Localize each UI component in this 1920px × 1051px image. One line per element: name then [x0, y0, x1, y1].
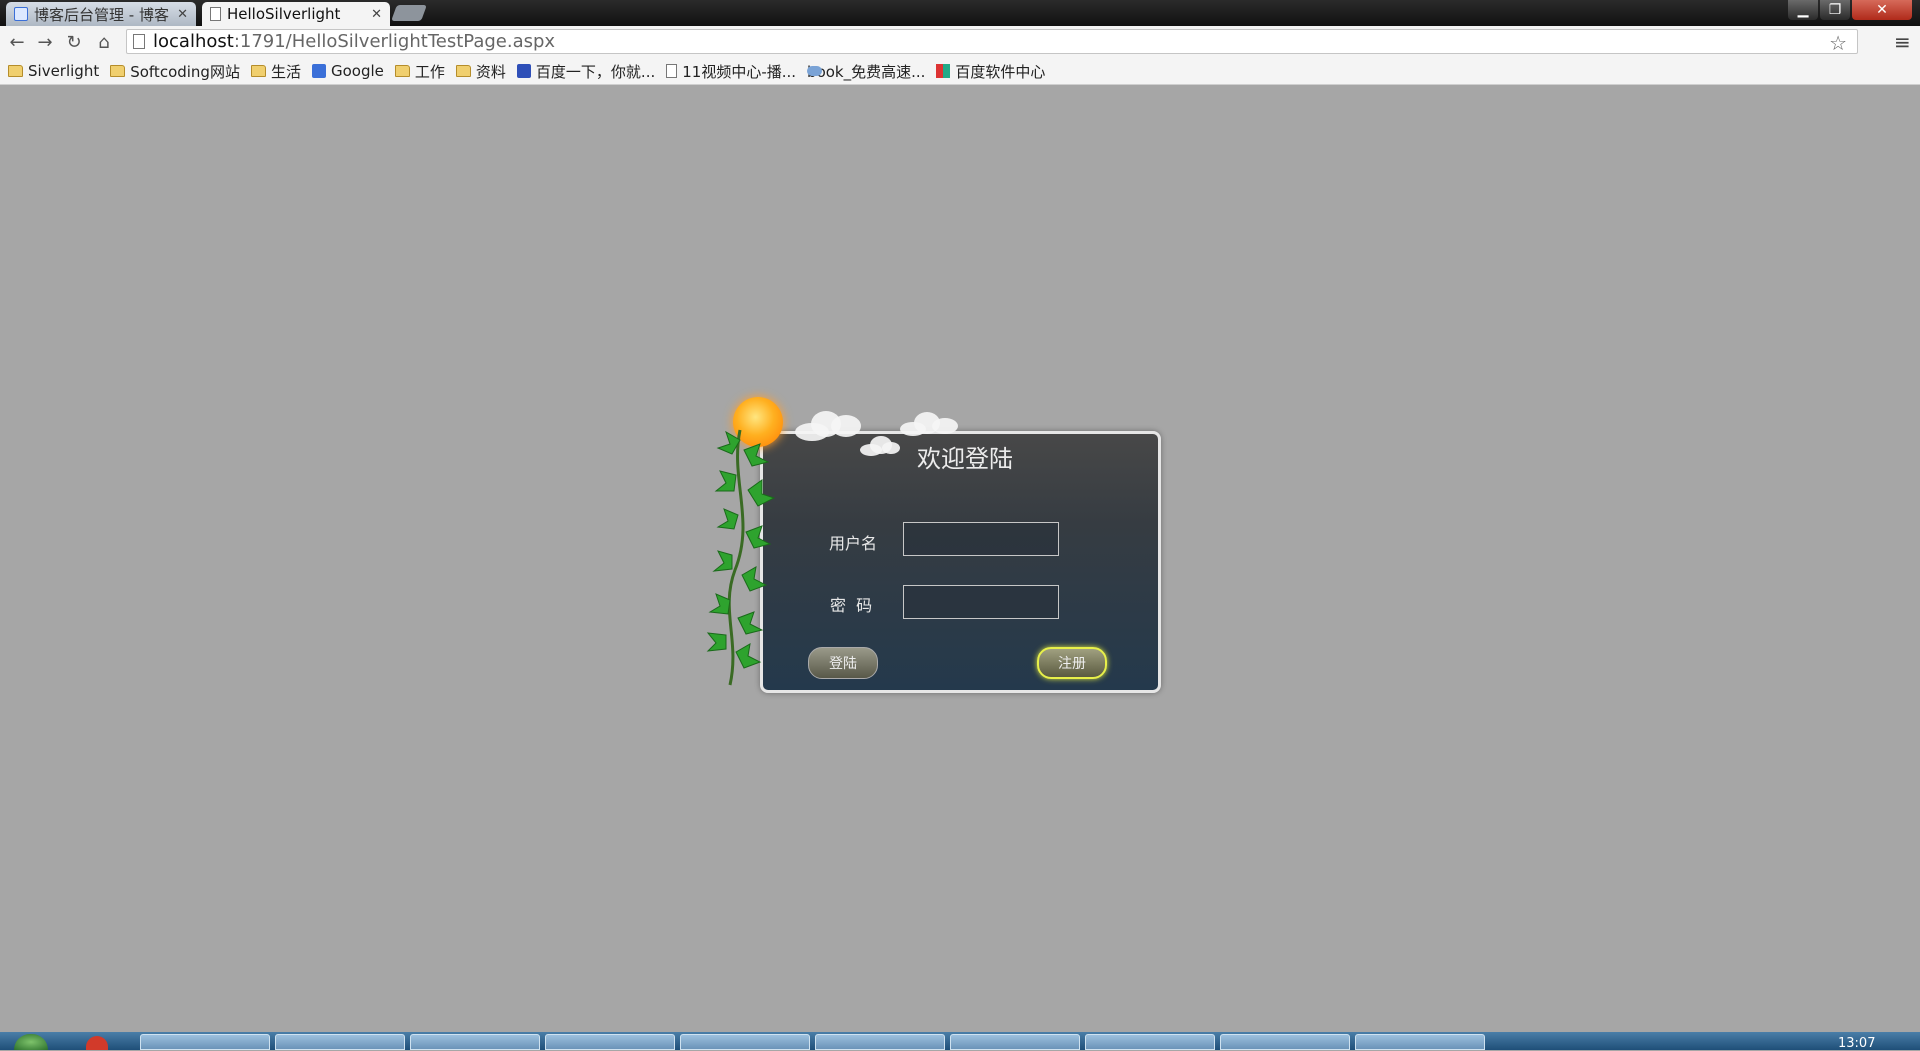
bookmark-softcoding[interactable]: Softcoding网站: [110, 61, 240, 82]
url-path: :1791/HelloSilverlightTestPage.aspx: [233, 31, 556, 52]
login-title: 欢迎登陆: [917, 445, 1013, 473]
cloud-icon: [807, 66, 823, 76]
bookmark-label: Siverlight: [28, 62, 100, 80]
username-label: 用户名: [829, 534, 878, 553]
bookmark-star-icon[interactable]: ☆: [1829, 31, 1847, 55]
home-button[interactable]: ⌂: [92, 30, 116, 54]
tab-blog-admin[interactable]: 博客后台管理 - 博客 ✕: [6, 2, 196, 26]
login-button[interactable]: 登陆: [808, 647, 878, 679]
bookmark-work[interactable]: 工作: [394, 61, 445, 82]
folder-icon: [394, 65, 410, 77]
cloud-icon: [900, 410, 960, 440]
menu-icon[interactable]: ≡: [1894, 30, 1911, 54]
forward-arrow-icon: →: [37, 31, 53, 53]
close-tab-icon[interactable]: ✕: [371, 7, 382, 22]
bookmark-baidu[interactable]: 百度一下，你就...: [516, 61, 656, 82]
page-icon: [666, 64, 678, 78]
taskbar-item[interactable]: [275, 1034, 405, 1050]
bookmark-baidu-software[interactable]: 百度软件中心: [936, 61, 1045, 82]
bookmark-label: 百度一下，你就...: [535, 62, 656, 81]
taskbar-item-visual-studio[interactable]: [410, 1034, 540, 1050]
close-tab-icon[interactable]: ✕: [177, 7, 188, 22]
tab-title: HelloSilverlight: [227, 5, 341, 23]
taskbar-item-folder[interactable]: [815, 1034, 945, 1050]
forward-button[interactable]: →: [33, 30, 57, 54]
pinned-app-icon[interactable]: [86, 1036, 108, 1050]
new-tab-button[interactable]: [391, 5, 427, 21]
bookmark-label: 11视频中心-播...: [682, 62, 797, 81]
bookmarks-bar: Siverlight Softcoding网站 生活 Google 工作 资料 …: [0, 58, 1920, 85]
taskbar-clock: 13:07: [1838, 1036, 1876, 1051]
cloud-icon: [795, 405, 865, 445]
reload-button[interactable]: ↻: [62, 30, 86, 54]
tab-strip: 博客后台管理 - 博客 ✕ HelloSilverlight ✕ ▁ ❐ ✕: [0, 0, 1920, 26]
bookmark-label: 工作: [414, 62, 445, 81]
reload-icon: ↻: [66, 31, 82, 53]
close-window-button[interactable]: ✕: [1852, 0, 1912, 20]
tab-hellosilverlight[interactable]: HelloSilverlight ✕: [202, 2, 390, 26]
bookmark-label: 资料: [475, 62, 506, 81]
bookmark-label: Google: [330, 62, 384, 80]
bookmark-label: Softcoding网站: [130, 62, 240, 81]
taskbar: [0, 1032, 1920, 1050]
browser-toolbar: ← → ↻ ⌂ localhost:1791/HelloSilverlightT…: [0, 26, 1920, 58]
page-icon: [133, 34, 145, 49]
password-label: 密 码: [830, 596, 873, 615]
vine-decoration-icon: [706, 429, 776, 686]
taskbar-item-folder[interactable]: [950, 1034, 1080, 1050]
start-button[interactable]: [14, 1034, 48, 1050]
taskbar-item-folder[interactable]: [1085, 1034, 1215, 1050]
taskbar-item-browser[interactable]: [140, 1034, 270, 1050]
bookmark-siverlight[interactable]: Siverlight: [8, 62, 99, 80]
bookmark-label: book_免费高速...: [807, 62, 926, 81]
taskbar-item[interactable]: [1220, 1034, 1350, 1050]
folder-icon: [110, 65, 126, 77]
bookmark-google[interactable]: Google: [311, 62, 384, 80]
username-input[interactable]: [903, 522, 1059, 556]
bookmark-resources[interactable]: 资料: [455, 61, 506, 82]
folder-icon: [250, 65, 266, 77]
url-host: localhost: [153, 31, 234, 52]
bookmark-life[interactable]: 生活: [250, 61, 301, 82]
taskbar-item-visual-studio[interactable]: [545, 1034, 675, 1050]
baidu-icon: [516, 64, 531, 78]
back-button[interactable]: ←: [5, 30, 29, 54]
password-input[interactable]: [903, 585, 1059, 619]
maximize-button[interactable]: ❐: [1820, 0, 1850, 20]
folder-icon: [455, 65, 471, 77]
google-icon: [311, 64, 326, 78]
page-favicon-icon: [210, 7, 221, 21]
tab-title: 博客后台管理 - 博客: [34, 5, 169, 24]
address-bar[interactable]: localhost:1791/HelloSilverlightTestPage.…: [126, 29, 1858, 55]
taskbar-item[interactable]: [1355, 1034, 1485, 1050]
bookmark-label: 百度软件中心: [955, 62, 1046, 81]
bookmark-label: 生活: [270, 62, 301, 81]
minimize-button[interactable]: ▁: [1788, 0, 1818, 20]
bookmark-book[interactable]: book_免费高速...: [807, 61, 925, 82]
folder-icon: [8, 65, 23, 77]
back-arrow-icon: ←: [9, 31, 25, 53]
baidu-software-icon: [936, 64, 951, 78]
cloud-icon: [860, 436, 902, 460]
bookmark-11video[interactable]: 11视频中心-播...: [666, 61, 796, 82]
blog-favicon-icon: [14, 7, 28, 21]
taskbar-item-visual-studio[interactable]: [680, 1034, 810, 1050]
home-icon: ⌂: [98, 31, 110, 53]
register-button[interactable]: 注册: [1037, 647, 1107, 679]
